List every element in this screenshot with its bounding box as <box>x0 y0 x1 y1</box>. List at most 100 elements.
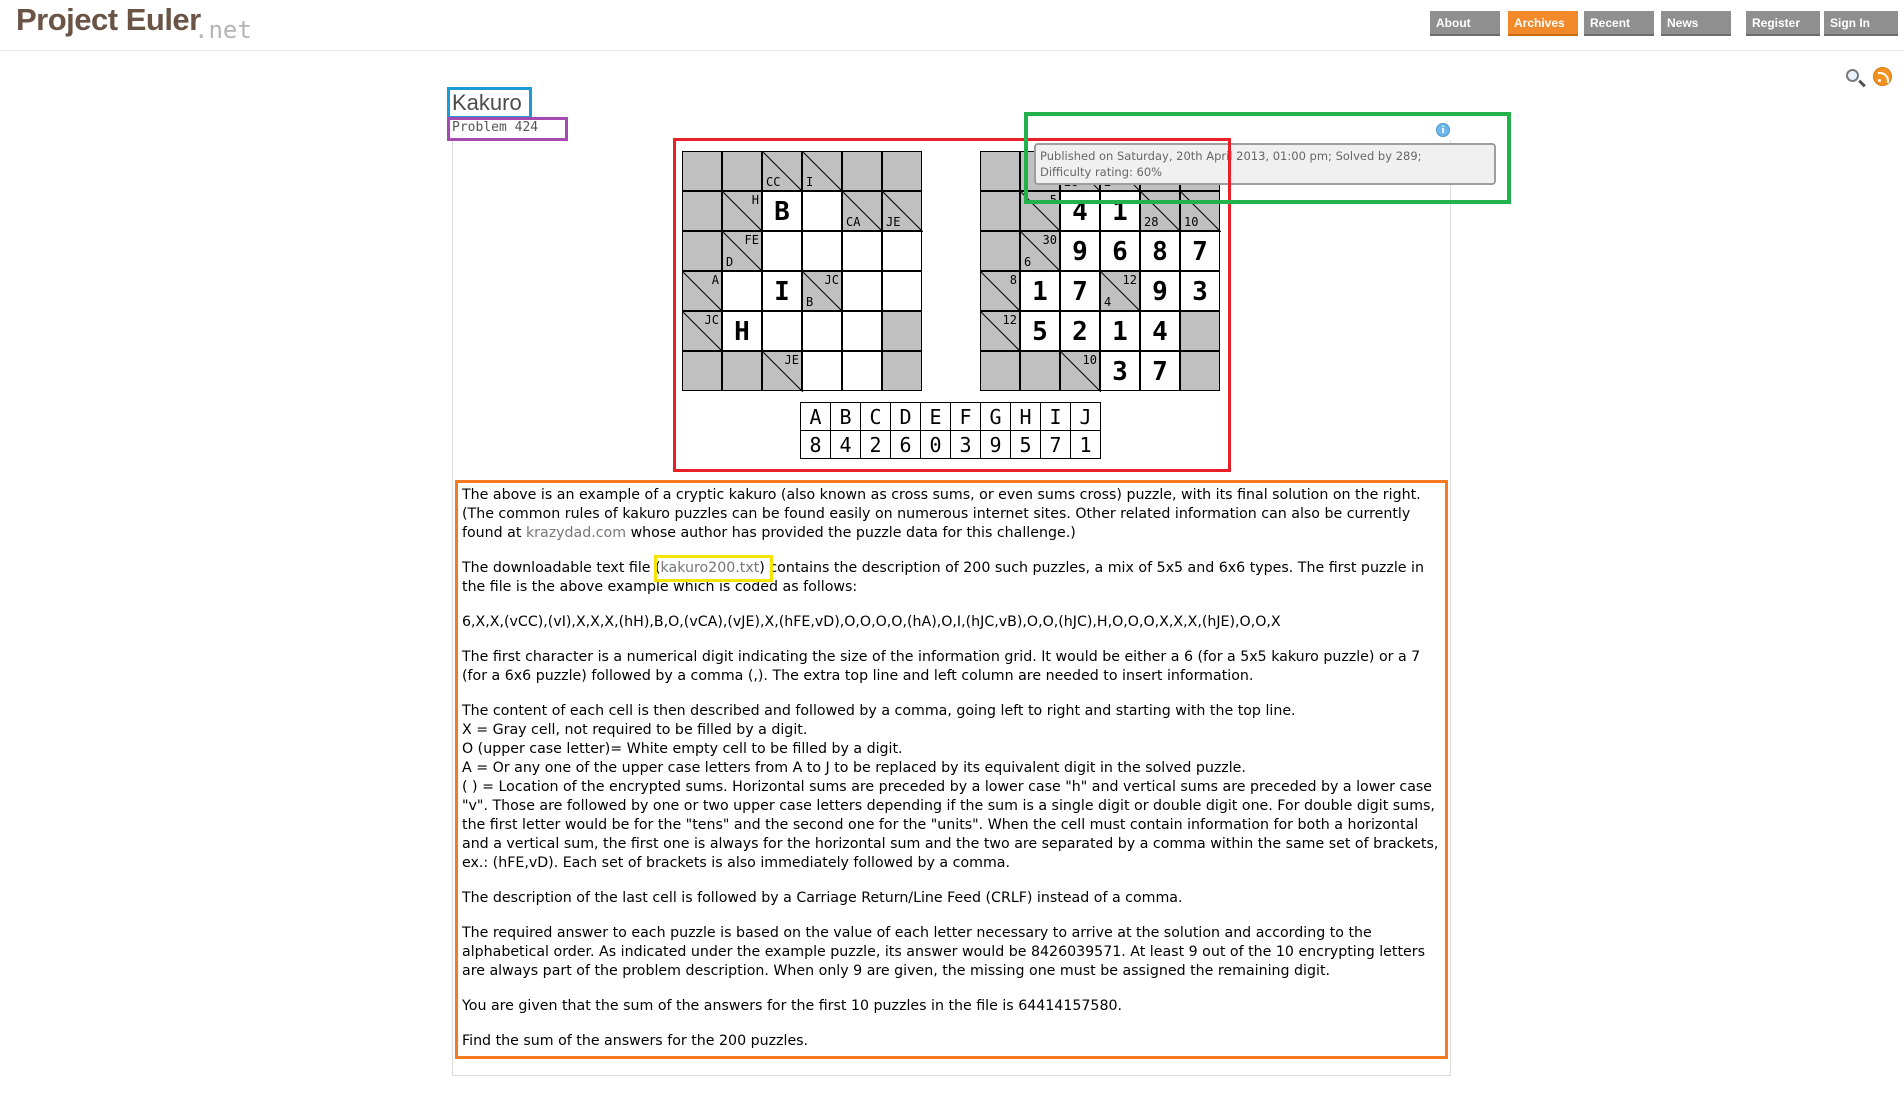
nav-register-button[interactable]: Register <box>1746 11 1820 36</box>
horizontal-clue: FE <box>744 233 759 247</box>
gray-cell <box>722 351 762 391</box>
logo-net-text[interactable]: .net <box>194 16 252 44</box>
cell-value: 9 <box>1152 277 1168 307</box>
paragraph-first-char: The first character is a numerical digit… <box>462 649 1421 684</box>
gray-cell <box>682 231 722 271</box>
vertical-clue: I <box>806 175 814 189</box>
problem-number[interactable]: Problem 424 <box>452 120 538 135</box>
white-cell <box>762 311 802 351</box>
white-cell: I <box>762 271 802 311</box>
key-digit: 3 <box>950 430 981 459</box>
nav-signin-button[interactable]: Sign In <box>1824 11 1898 36</box>
white-cell: B <box>762 191 802 231</box>
paragraph-encoding-example: 6,X,X,(vCC),(vI),X,X,X,(hH),B,O,(vCA),(v… <box>462 614 1281 630</box>
paragraph-file: The downloadable text file (kakuro200.tx… <box>462 559 1440 597</box>
white-cell: 8 <box>1140 231 1180 271</box>
clue-cell: JC B <box>802 271 843 312</box>
clue-cell: 30 6 <box>1020 231 1061 272</box>
gray-cell <box>882 311 922 351</box>
horizontal-clue: JE <box>784 353 799 367</box>
gray-cell <box>980 231 1020 271</box>
vertical-clue: B <box>806 295 814 309</box>
clue-cell: 12 4 <box>1100 271 1141 312</box>
vertical-clue: 10 <box>1184 215 1199 229</box>
white-cell: 7 <box>1140 351 1180 391</box>
gray-cell <box>980 351 1020 391</box>
horizontal-clue: 8 <box>1009 273 1017 287</box>
cell-value: 6 <box>1112 237 1128 267</box>
white-cell <box>842 351 882 391</box>
clue-cell: 10 <box>1060 351 1101 392</box>
vertical-clue: D <box>726 255 734 269</box>
clue-cell: JC <box>682 311 723 352</box>
white-cell: 4 <box>1060 191 1100 231</box>
tooltip-published: Published on Saturday, 20th April 2013, … <box>1040 149 1422 163</box>
clue-cell: CA <box>842 191 883 232</box>
key-digit: 8 <box>800 430 831 459</box>
gray-cell <box>980 151 1020 191</box>
rule-o: O (upper case letter)= White empty cell … <box>462 741 903 757</box>
key-letter: B <box>830 402 861 431</box>
white-cell <box>802 311 842 351</box>
clue-cell: A <box>682 271 723 312</box>
tooltip-difficulty: Difficulty rating: 60% <box>1040 165 1163 179</box>
key-digit: 5 <box>1010 430 1041 459</box>
search-icon[interactable] <box>1846 69 1859 82</box>
horizontal-clue: 5 <box>1049 193 1057 207</box>
key-digit: 4 <box>830 430 861 459</box>
logo-text[interactable]: Project Euler <box>16 2 201 37</box>
key-letter: J <box>1070 402 1101 431</box>
nav-archives-button[interactable]: Archives <box>1508 11 1578 36</box>
vertical-clue: CA <box>846 215 861 229</box>
clue-cell: 5 <box>1020 191 1061 232</box>
vertical-clue: JE <box>886 215 901 229</box>
white-cell: H <box>722 311 762 351</box>
site-header: Project Euler .net About Archives Recent… <box>0 0 1904 51</box>
horizontal-clue: 12 <box>1002 313 1017 327</box>
file-text-a: The downloadable text file ( <box>462 560 661 576</box>
white-cell: 6 <box>1100 231 1140 271</box>
cell-value: 3 <box>1112 357 1128 387</box>
letter-key-table: ABCDEFGHIJ 8426039571 <box>800 402 1101 459</box>
nav-recent-button[interactable]: Recent <box>1584 11 1654 36</box>
horizontal-clue: JC <box>704 313 719 327</box>
white-cell <box>722 271 762 311</box>
info-tooltip: Published on Saturday, 20th April 2013, … <box>1034 143 1496 185</box>
rule-letters: A = Or any one of the upper case letters… <box>462 760 1246 776</box>
rss-icon[interactable] <box>1873 67 1892 86</box>
paragraph-intro: The above is an example of a cryptic kak… <box>462 486 1440 543</box>
white-cell: 9 <box>1060 231 1100 271</box>
nav-about-button[interactable]: About <box>1430 11 1500 36</box>
paragraph-crlf: The description of the last cell is foll… <box>462 890 1183 906</box>
site-logo[interactable]: Project Euler .net <box>16 2 252 44</box>
paragraph-given: You are given that the sum of the answer… <box>462 998 1123 1014</box>
white-cell: 1 <box>1100 191 1140 231</box>
cell-value: 1 <box>1112 317 1128 347</box>
white-cell: 1 <box>1020 271 1060 311</box>
cell-value: 5 <box>1032 317 1048 347</box>
clue-cell: FE D <box>722 231 763 272</box>
clue-cell: JE <box>882 191 923 232</box>
info-icon[interactable]: i <box>1436 123 1450 137</box>
key-letter: A <box>800 402 831 431</box>
kakuro-file-link[interactable]: kakuro200.txt <box>661 560 760 576</box>
key-letter: D <box>890 402 921 431</box>
cell-value: 7 <box>1152 357 1168 387</box>
cell-value: H <box>734 317 750 347</box>
problem-text: The above is an example of a cryptic kak… <box>462 486 1440 1067</box>
cell-value: I <box>774 277 790 307</box>
white-cell <box>882 231 922 271</box>
key-digit: 1 <box>1070 430 1101 459</box>
vertical-clue: 4 <box>1104 295 1112 309</box>
cell-value: B <box>774 197 790 227</box>
gray-cell <box>842 151 882 191</box>
key-letter: H <box>1010 402 1041 431</box>
nav-news-button[interactable]: News <box>1661 11 1731 36</box>
gray-cell <box>682 151 722 191</box>
krazydad-link[interactable]: krazydad.com <box>526 525 626 541</box>
white-cell <box>802 231 842 271</box>
horizontal-clue: 12 <box>1122 273 1137 287</box>
white-cell <box>842 231 882 271</box>
gray-cell <box>882 151 922 191</box>
white-cell: 3 <box>1100 351 1140 391</box>
